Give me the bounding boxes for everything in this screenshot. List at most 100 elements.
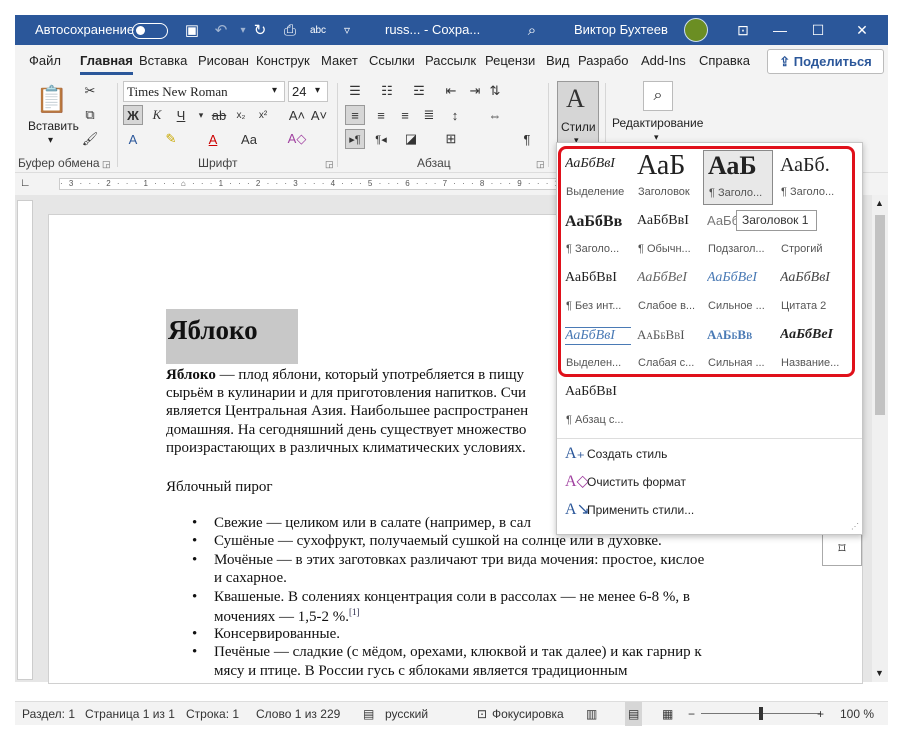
status-section[interactable]: Раздел: 1 bbox=[22, 702, 75, 726]
italic-button[interactable]: К bbox=[147, 105, 167, 125]
find-icon[interactable]: ⌕ bbox=[643, 81, 673, 111]
tab-addins[interactable]: Add-Ins bbox=[641, 45, 686, 77]
font-color-icon[interactable]: A bbox=[203, 129, 223, 149]
scroll-down-icon[interactable]: ▼ bbox=[875, 668, 884, 678]
ltr-icon[interactable]: ▸¶ bbox=[345, 129, 365, 149]
paragraph-line-2[interactable]: сырьём в кулинарии и для приготовления н… bbox=[166, 385, 526, 402]
tab-review[interactable]: Рецензи bbox=[485, 45, 535, 77]
clipboard-launcher-icon[interactable]: ◲ bbox=[102, 159, 111, 170]
shrink-font-icon[interactable]: A˅ bbox=[309, 105, 329, 125]
spellcheck-icon[interactable]: ▤ bbox=[363, 702, 374, 726]
sort-icon[interactable]: ⇅ bbox=[485, 81, 505, 101]
vertical-scrollbar[interactable]: ▲ ▼ bbox=[872, 195, 888, 682]
document-heading[interactable]: Яблоко bbox=[166, 309, 298, 364]
rtl-icon[interactable]: ¶◂ bbox=[371, 129, 391, 149]
horizontal-ruler[interactable]: · 3 · · · 2 · · · 1 · · · ⌂ · · · 1 · · … bbox=[59, 178, 559, 190]
line-spacing-icon[interactable]: ↕ bbox=[445, 105, 465, 125]
list-item[interactable]: Свежие — целиком или в салате (например,… bbox=[214, 515, 531, 532]
tab-design[interactable]: Конструк bbox=[256, 45, 310, 77]
text-effects-icon[interactable]: A bbox=[123, 129, 143, 149]
undo-icon[interactable]: ↶ bbox=[211, 20, 231, 40]
paste-button-label[interactable]: Вставить bbox=[28, 119, 79, 133]
change-case-icon[interactable]: Aa bbox=[239, 129, 259, 149]
increase-indent-icon[interactable]: ⇥ bbox=[465, 81, 485, 101]
paragraph-line-5[interactable]: произрастающих в различных климатических… bbox=[166, 440, 526, 457]
clear-formatting-icon[interactable]: A◇ bbox=[287, 129, 307, 149]
font-size-input[interactable]: 24 bbox=[288, 81, 328, 102]
tab-selector-icon[interactable]: ∟ bbox=[20, 177, 31, 189]
font-name-dropdown-icon[interactable]: ▾ bbox=[272, 85, 277, 96]
close-icon[interactable]: ✕ bbox=[844, 15, 880, 45]
font-name-input[interactable]: Times New Roman bbox=[123, 81, 285, 102]
styles-button[interactable]: A Стили ▾ bbox=[557, 81, 599, 147]
spelling-icon[interactable]: abc bbox=[308, 20, 328, 40]
underline-dropdown-icon[interactable]: ▾ bbox=[191, 105, 211, 125]
asian-layout-icon[interactable]: ⇔ bbox=[485, 105, 505, 125]
clear-formatting-command[interactable]: A◇Очистить формат bbox=[565, 471, 686, 493]
share-button[interactable]: ⇪ Поделиться bbox=[767, 49, 884, 74]
tab-developer[interactable]: Разрабо bbox=[578, 45, 628, 77]
tab-home[interactable]: Главная bbox=[80, 45, 133, 77]
shading-icon[interactable]: ◪ bbox=[401, 129, 421, 149]
tab-references[interactable]: Ссылки bbox=[369, 45, 415, 77]
avatar[interactable] bbox=[684, 18, 708, 42]
document-title[interactable]: russ... - Сохра... bbox=[385, 15, 480, 45]
status-words[interactable]: Слово 1 из 229 bbox=[256, 702, 340, 726]
tab-draw[interactable]: Рисован bbox=[198, 45, 249, 77]
paste-dropdown-icon[interactable]: ▾ bbox=[48, 135, 53, 146]
tab-view[interactable]: Вид bbox=[546, 45, 570, 77]
search-icon[interactable]: ⌕ bbox=[522, 20, 542, 40]
redo-icon[interactable]: ↻ bbox=[250, 20, 270, 40]
align-center-icon[interactable]: ≡ bbox=[371, 105, 391, 125]
maximize-icon[interactable]: ☐ bbox=[800, 15, 836, 45]
user-name[interactable]: Виктор Бухтеев bbox=[574, 15, 668, 45]
align-left-icon[interactable]: ≡ bbox=[345, 105, 365, 125]
grow-font-icon[interactable]: A˄ bbox=[287, 105, 307, 125]
font-size-dropdown-icon[interactable]: ▾ bbox=[315, 85, 320, 96]
status-focus[interactable]: Фокусировка bbox=[492, 702, 564, 726]
bookmark-icon[interactable]: ⌑ bbox=[822, 530, 862, 566]
minimize-icon[interactable]: — bbox=[762, 15, 798, 45]
list-item[interactable]: Мочёные — в этих заготовках различают тр… bbox=[214, 552, 704, 569]
list-item[interactable]: Печёные — сладкие (с мёдом, орехами, клю… bbox=[214, 644, 702, 661]
list-item[interactable]: Сушёные — сухофрукт, получаемый сушкой н… bbox=[214, 533, 662, 550]
copy-icon[interactable]: ⧉ bbox=[80, 105, 100, 125]
read-mode-icon[interactable]: ▥ bbox=[586, 702, 597, 726]
format-painter-icon[interactable]: 🖌 bbox=[80, 129, 100, 149]
tab-insert[interactable]: Вставка bbox=[139, 45, 187, 77]
apply-styles-command[interactable]: A↘Применить стили... bbox=[565, 499, 694, 521]
font-launcher-icon[interactable]: ◲ bbox=[325, 159, 334, 170]
save-icon[interactable]: ▣ bbox=[182, 20, 202, 40]
tab-layout[interactable]: Макет bbox=[321, 45, 358, 77]
web-layout-icon[interactable]: ▦ bbox=[662, 702, 673, 726]
underline-button[interactable]: Ч bbox=[171, 105, 191, 125]
status-language[interactable]: русский bbox=[385, 702, 428, 726]
scroll-thumb[interactable] bbox=[875, 215, 885, 415]
superscript-icon[interactable]: x² bbox=[253, 105, 273, 125]
strikethrough-icon[interactable]: ab bbox=[209, 105, 229, 125]
status-zoom[interactable]: 100 % bbox=[840, 702, 874, 726]
paragraph-line-4[interactable]: домашняя. На сегодняшний день существует… bbox=[166, 422, 526, 439]
justify-icon[interactable]: ≣ bbox=[419, 105, 439, 125]
subscript-icon[interactable]: x₂ bbox=[231, 105, 251, 125]
numbering-icon[interactable]: ☷ bbox=[377, 81, 397, 101]
highlight-icon[interactable]: ✎ bbox=[161, 129, 181, 149]
zoom-out-icon[interactable]: − bbox=[688, 702, 695, 726]
show-marks-icon[interactable]: ¶ bbox=[517, 129, 537, 149]
zoom-in-icon[interactable]: + bbox=[817, 702, 824, 726]
vertical-ruler[interactable] bbox=[17, 200, 33, 680]
tab-mailings[interactable]: Рассылк bbox=[425, 45, 476, 77]
bullets-icon[interactable]: ☰ bbox=[345, 81, 365, 101]
decrease-indent-icon[interactable]: ⇤ bbox=[441, 81, 461, 101]
paragraph-launcher-icon[interactable]: ◲ bbox=[536, 159, 545, 170]
editing-label[interactable]: Редактирование bbox=[612, 116, 703, 130]
tab-file[interactable]: Файл bbox=[29, 45, 61, 77]
list-item-continuation[interactable]: мясу и птице. В России гусь с яблоками я… bbox=[214, 663, 627, 680]
footnote-reference[interactable]: [1] bbox=[349, 607, 360, 617]
multilevel-list-icon[interactable]: ☲ bbox=[409, 81, 429, 101]
paragraph-line-3[interactable]: является Центральная Азия. Наибольшее ра… bbox=[166, 403, 528, 420]
list-item[interactable]: Консервированные. bbox=[214, 626, 340, 643]
resize-grip-icon[interactable]: ⋰ bbox=[851, 522, 859, 531]
borders-icon[interactable]: ⊞ bbox=[441, 129, 461, 149]
autosave-toggle[interactable] bbox=[132, 23, 168, 39]
